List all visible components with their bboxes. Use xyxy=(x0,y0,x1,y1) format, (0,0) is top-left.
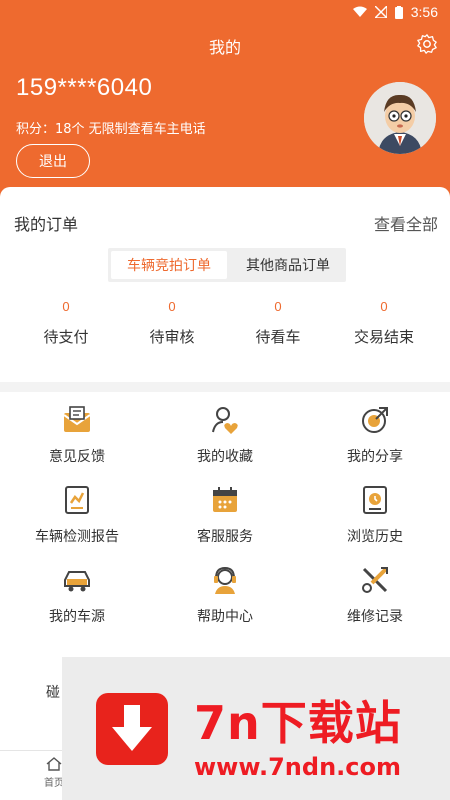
stat-pending-viewing[interactable]: 0 待看车 xyxy=(225,299,331,347)
stat-label: 待审核 xyxy=(149,328,195,346)
menu-label: 帮助中心 xyxy=(197,609,253,625)
menu-feedback[interactable]: 意见反馈 xyxy=(2,404,152,466)
menu-label: 意见反馈 xyxy=(49,449,105,465)
status-icons: 3:56 xyxy=(352,4,438,20)
avatar-illustration xyxy=(364,82,436,154)
menu-label: 维修记录 xyxy=(347,609,403,625)
user-points: 积分：18个 无限制查看车主电话 xyxy=(16,122,206,137)
stat-label: 待看车 xyxy=(255,328,301,346)
watermark-brand: 7n下载站 xyxy=(194,696,402,750)
wifi-icon xyxy=(352,6,367,17)
profile-header: 我的 159****6040 积分：18个 无限制查看车主电话 退出 xyxy=(0,26,450,206)
stat-label: 待支付 xyxy=(43,328,89,346)
download-arrow-icon xyxy=(112,705,152,751)
stat-count: 0 xyxy=(274,299,282,314)
battery-icon xyxy=(394,5,403,19)
help-icon xyxy=(214,566,236,594)
orders-title: 我的订单 xyxy=(14,215,79,234)
menu-browse-history[interactable]: 浏览历史 xyxy=(300,484,450,546)
tab-home[interactable]: 首页 xyxy=(44,757,64,789)
menu-label: 我的收藏 xyxy=(197,449,253,465)
orders-header: 我的订单 查看全部 xyxy=(14,211,438,235)
menu-my-cars[interactable]: 我的车源 xyxy=(2,564,152,626)
user-phone: 159****6040 xyxy=(16,74,153,101)
status-time: 3:56 xyxy=(410,4,438,20)
stat-count: 0 xyxy=(62,299,70,314)
report-icon xyxy=(65,486,89,514)
stat-pending-payment[interactable]: 0 待支付 xyxy=(13,299,119,347)
order-type-tabs: 车辆竞拍订单 其他商品订单 xyxy=(108,248,346,282)
stat-count: 0 xyxy=(380,299,388,314)
stat-completed[interactable]: 0 交易结束 xyxy=(331,299,437,347)
menu-inspection-report[interactable]: 车辆检测报告 xyxy=(2,484,152,546)
tab-auction-orders[interactable]: 车辆竞拍订单 xyxy=(111,251,227,279)
stat-pending-review[interactable]: 0 待审核 xyxy=(119,299,225,347)
view-all-orders-link[interactable]: 查看全部 xyxy=(374,211,438,235)
menu-share[interactable]: 我的分享 xyxy=(300,404,450,466)
favorites-icon xyxy=(212,407,238,434)
car-icon xyxy=(64,571,90,592)
menu-label: 我的车源 xyxy=(49,609,105,625)
customer-service-icon xyxy=(213,487,237,512)
download-logo-icon xyxy=(96,693,168,765)
stat-count: 0 xyxy=(168,299,176,314)
home-icon xyxy=(46,757,62,771)
tab-home-label: 首页 xyxy=(44,778,64,789)
avatar[interactable] xyxy=(364,82,436,154)
menu-repair-records[interactable]: 维修记录 xyxy=(300,564,450,626)
order-status-row: 0 待支付 0 待审核 0 待看车 0 交易结束 xyxy=(0,299,450,347)
logout-button[interactable]: 退出 xyxy=(16,144,90,178)
menu-help-center[interactable]: 帮助中心 xyxy=(150,564,300,626)
gear-icon[interactable] xyxy=(416,33,438,55)
tab-other-orders[interactable]: 其他商品订单 xyxy=(230,248,346,282)
history-icon xyxy=(363,486,387,514)
menu-label: 浏览历史 xyxy=(347,529,403,545)
menu-label: 车辆检测报告 xyxy=(35,529,119,545)
share-icon xyxy=(362,407,388,433)
repair-icon xyxy=(362,567,388,593)
signal-icon xyxy=(374,6,387,18)
watermark-url: www.7ndn.com xyxy=(194,753,401,781)
stat-label: 交易结束 xyxy=(353,328,414,346)
menu-customer-service[interactable]: 客服服务 xyxy=(150,484,300,546)
feedback-icon xyxy=(63,406,91,432)
menu-label: 我的分享 xyxy=(347,449,403,465)
menu-favorites[interactable]: 我的收藏 xyxy=(150,404,300,466)
menu-label: 客服服务 xyxy=(197,529,253,545)
watermark-overlay: 7n下载站 www.7ndn.com xyxy=(62,657,450,800)
orders-card: 我的订单 查看全部 车辆竞拍订单 其他商品订单 0 待支付 0 待审核 0 待看… xyxy=(0,187,450,382)
menu-label-partial: 碰 xyxy=(46,685,60,701)
page-title: 我的 xyxy=(208,38,241,57)
status-bar: 3:56 xyxy=(0,0,450,26)
